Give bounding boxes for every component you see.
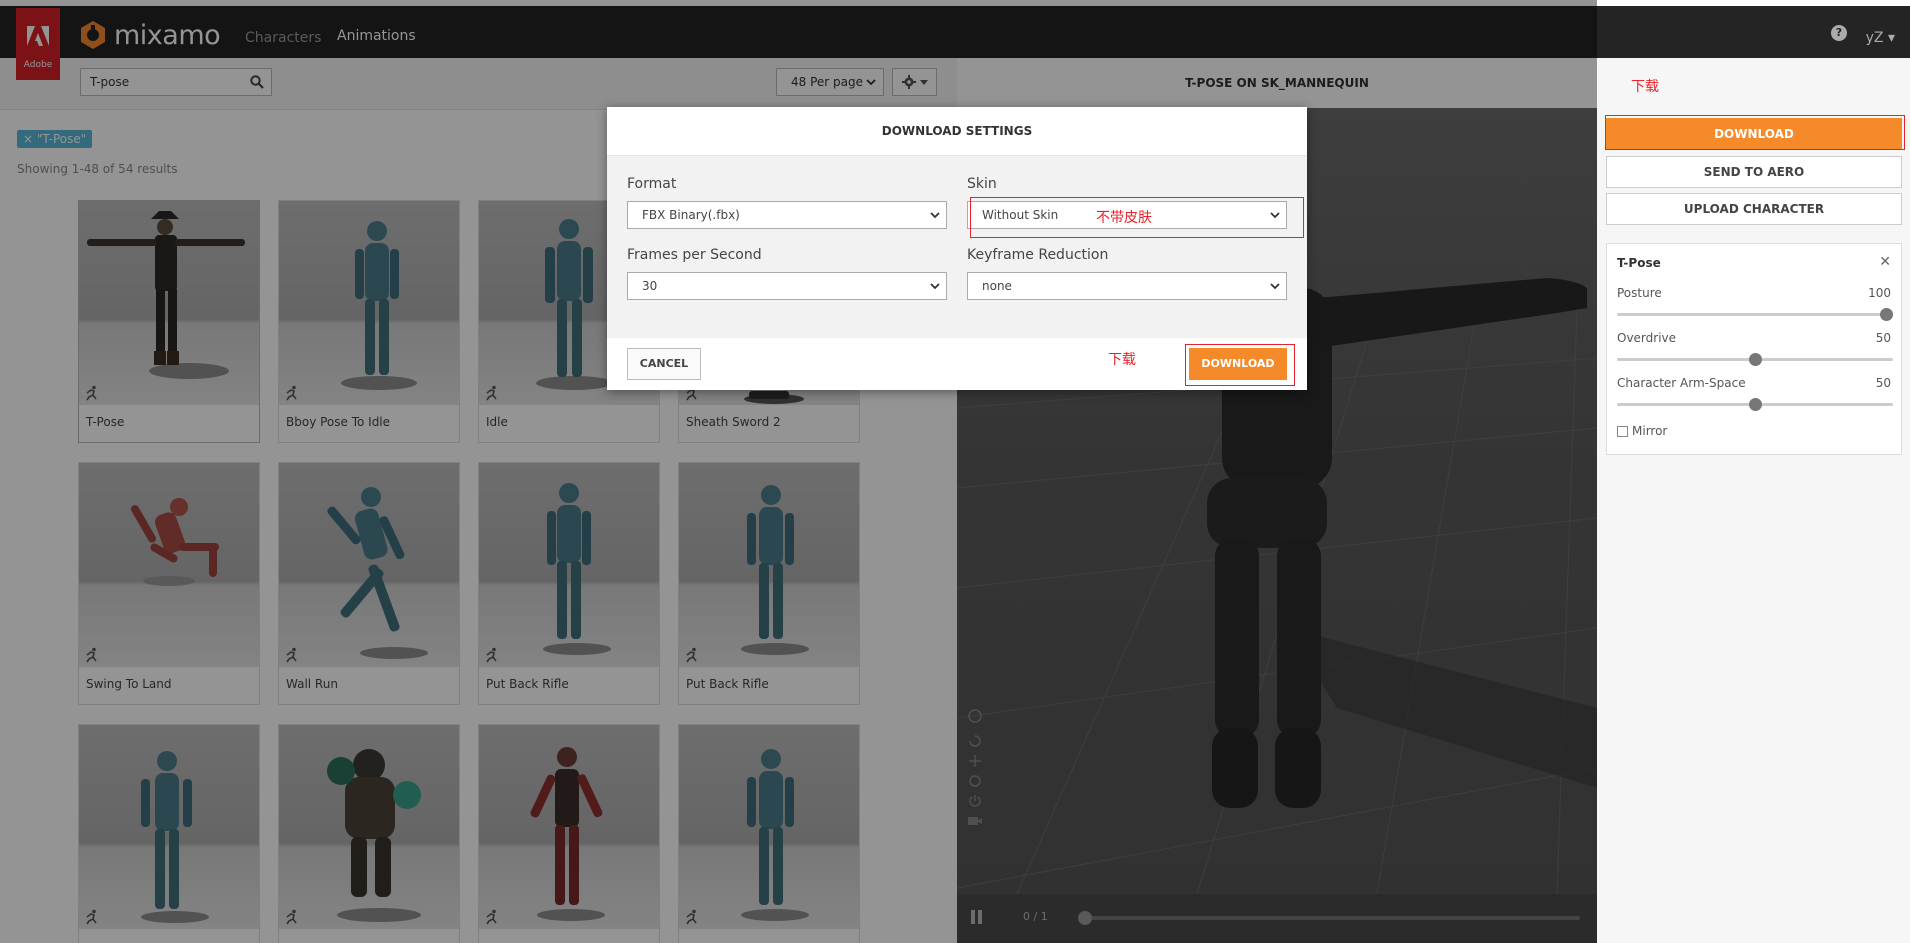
format-label: Format <box>627 176 677 192</box>
mirror-checkbox[interactable] <box>1617 425 1628 437</box>
arm-space-slider-handle[interactable] <box>1748 398 1762 411</box>
slider-value: 50 <box>1875 376 1891 390</box>
help-icon[interactable]: ? <box>1831 25 1847 41</box>
chevron-down-icon <box>930 212 940 219</box>
skin-annotation-note: 不带皮肤 <box>1096 210 1152 226</box>
close-icon[interactable]: ✕ <box>1879 254 1891 270</box>
slider-label: Overdrive <box>1617 331 1677 345</box>
animation-settings-panel: T-Pose ✕ Posture 100 Overdrive 50 Charac… <box>1606 243 1902 455</box>
panel-title: T-Pose <box>1617 256 1661 270</box>
dialog-title: DOWNLOAD SETTINGS <box>607 107 1307 156</box>
posture-slider[interactable] <box>1617 313 1893 316</box>
fps-value: 30 <box>642 279 658 293</box>
chevron-down-icon <box>930 283 940 290</box>
top-download-annotation-box <box>1605 115 1905 150</box>
user-menu[interactable]: yZ ▾ <box>1866 12 1895 64</box>
overdrive-slider-handle[interactable] <box>1748 353 1762 366</box>
posture-slider-handle[interactable] <box>1880 308 1893 321</box>
slider-value: 50 <box>1875 331 1891 345</box>
slider-value: 100 <box>1868 286 1891 300</box>
send-to-aero-button[interactable]: SEND TO AERO <box>1606 156 1902 188</box>
mirror-toggle[interactable]: Mirror <box>1617 424 1667 438</box>
keyframe-reduction-label: Keyframe Reduction <box>967 247 1109 263</box>
keyframe-reduction-select[interactable]: none <box>967 272 1287 300</box>
top-download-annotation-note: 下载 <box>1631 79 1659 95</box>
fps-select[interactable]: 30 <box>627 272 947 300</box>
format-select[interactable]: FBX Binary(.fbx) <box>627 201 947 229</box>
keyframe-reduction-value: none <box>982 279 1012 293</box>
fps-label: Frames per Second <box>627 247 762 263</box>
mirror-label: Mirror <box>1632 424 1668 438</box>
cancel-button[interactable]: CANCEL <box>627 348 701 380</box>
upload-character-button[interactable]: UPLOAD CHARACTER <box>1606 193 1902 225</box>
slider-label: Posture <box>1617 286 1662 300</box>
download-annotation-box <box>1185 344 1295 386</box>
right-sidebar: DOWNLOAD SEND TO AERO UPLOAD CHARACTER T… <box>1597 58 1910 943</box>
mixamo-app: mixamo Characters Animations ? yZ ▾ Adob… <box>0 0 1910 943</box>
chevron-down-icon <box>1270 283 1280 290</box>
dialog-body: Format FBX Binary(.fbx) Skin Without Ski… <box>607 156 1307 338</box>
slider-label: Character Arm-Space <box>1617 376 1746 390</box>
format-value: FBX Binary(.fbx) <box>642 208 740 222</box>
skin-label: Skin <box>967 176 997 192</box>
download-annotation-note: 下载 <box>1108 352 1136 368</box>
